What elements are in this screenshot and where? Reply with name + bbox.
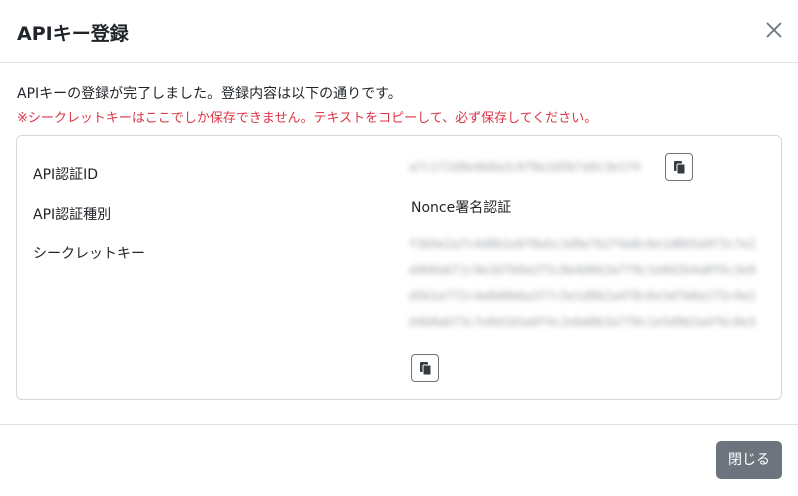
secret-key-value: f3b9e2a7c4d8b1e6f0a5c3d9e7b2f4a8c6e1d0b5…: [409, 237, 756, 329]
completion-message: APIキーの登録が完了しました。登録内容は以下の通りです。: [17, 86, 402, 102]
modal-header: APIキー登録: [0, 0, 798, 63]
modal-title: APIキー登録: [17, 23, 129, 45]
api-id-value: a7c1f2d9e4b8a3c6f0e2d5b7a9c3e1f4: [409, 160, 641, 174]
close-button[interactable]: 閉じる: [716, 441, 782, 479]
secret-key-label: シークレットキー: [33, 246, 145, 262]
auth-type-value: Nonce署名認証: [411, 200, 512, 216]
modal-body: APIキーの登録が完了しました。登録内容は以下の通りです。 ※シークレットキーは…: [0, 63, 798, 423]
modal-footer: 閉じる: [0, 424, 798, 496]
copy-icon: [674, 161, 686, 175]
api-id-label: API認証ID: [33, 167, 99, 183]
credentials-card: API認証ID API認証種別 シークレットキー a7c1f2d9e4b8a3c…: [16, 135, 782, 400]
warning-message: ※シークレットキーはここでしか保存できません。テキストをコピーして、必ず保存して…: [17, 111, 598, 126]
copy-icon: [420, 362, 432, 376]
api-key-modal: APIキー登録 APIキーの登録が完了しました。登録内容は以下の通りです。 ※シ…: [0, 0, 798, 495]
copy-secret-key-button[interactable]: [411, 354, 439, 382]
copy-api-id-button[interactable]: [665, 153, 693, 181]
auth-type-label: API認証種別: [33, 207, 112, 223]
close-icon[interactable]: [762, 18, 786, 42]
